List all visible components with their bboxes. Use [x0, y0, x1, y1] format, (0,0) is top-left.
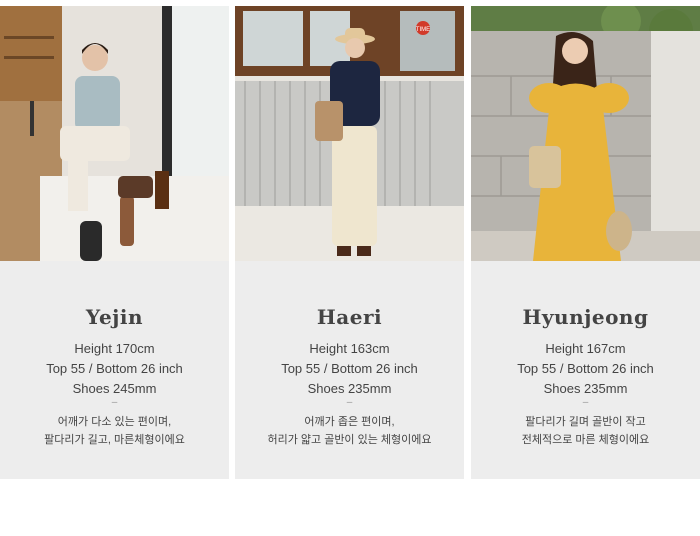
- divider: –: [111, 397, 118, 408]
- model-desc-line1: 어깨가 다소 있는 편이며,: [57, 416, 172, 428]
- model-photo-yejin: [0, 6, 229, 261]
- model-card-hyunjeong: Hyunjeong Height 167cm Top 55 / Bottom 2…: [471, 6, 700, 479]
- model-shoes: Shoes 235mm: [543, 381, 628, 396]
- model-photo-haeri: TIME: [235, 6, 464, 261]
- model-photo-hyunjeong: [471, 6, 700, 261]
- model-desc-line2: 허리가 얇고 골반이 있는 체형이에요: [267, 434, 432, 446]
- model-name: Hyunjeong: [522, 305, 649, 329]
- model-desc-line2: 팔다리가 길고, 마른체형이에요: [44, 434, 185, 446]
- model-card-haeri: TIME Haeri Height 163cm Top 55 / Bottom …: [235, 6, 464, 479]
- cafe-sign-text: TIME: [416, 27, 430, 33]
- model-desc-line2: 전체적으로 마른 체형이에요: [521, 434, 650, 446]
- model-info-yejin: Yejin Height 170cm Top 55 / Bottom 26 in…: [0, 261, 229, 479]
- model-info-haeri: Haeri Height 163cm Top 55 / Bottom 26 in…: [235, 261, 464, 479]
- model-card-yejin: Yejin Height 170cm Top 55 / Bottom 26 in…: [0, 6, 229, 479]
- model-height: Height 163cm: [309, 341, 390, 356]
- model-desc-line1: 어깨가 좁은 편이며,: [304, 416, 395, 428]
- model-shoes: Shoes 235mm: [307, 381, 392, 396]
- divider: –: [346, 397, 353, 408]
- model-sizes: Top 55 / Bottom 26 inch: [46, 361, 183, 376]
- model-sizes: Top 55 / Bottom 26 inch: [517, 361, 654, 376]
- model-desc-line1: 팔다리가 길며 골반이 작고: [525, 416, 646, 428]
- model-height: Height 167cm: [545, 341, 626, 356]
- model-name: Yejin: [85, 305, 144, 329]
- model-height: Height 170cm: [74, 341, 155, 356]
- divider: –: [582, 397, 589, 408]
- model-sizes: Top 55 / Bottom 26 inch: [281, 361, 418, 376]
- model-name: Haeri: [316, 305, 383, 329]
- model-shoes: Shoes 245mm: [72, 381, 157, 396]
- model-info-hyunjeong: Hyunjeong Height 167cm Top 55 / Bottom 2…: [471, 261, 700, 479]
